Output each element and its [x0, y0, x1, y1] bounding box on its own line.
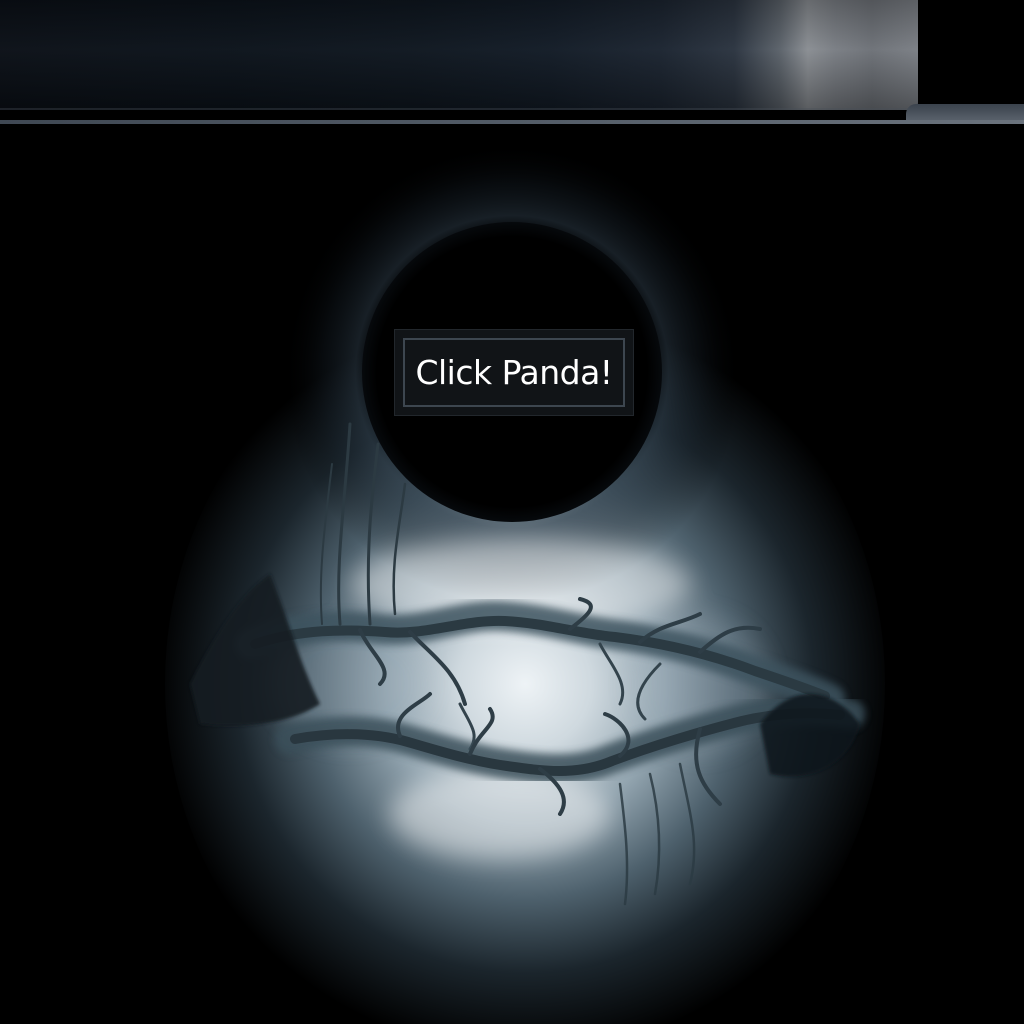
click-panda-button[interactable]: Click Panda! — [394, 329, 634, 416]
click-panda-label: Click Panda! — [403, 338, 625, 407]
game-screen: Click Panda! — [0, 0, 1024, 1024]
top-bar — [0, 0, 918, 110]
game-scene: Click Panda! — [0, 124, 1024, 1024]
scene-artwork — [165, 142, 885, 1024]
